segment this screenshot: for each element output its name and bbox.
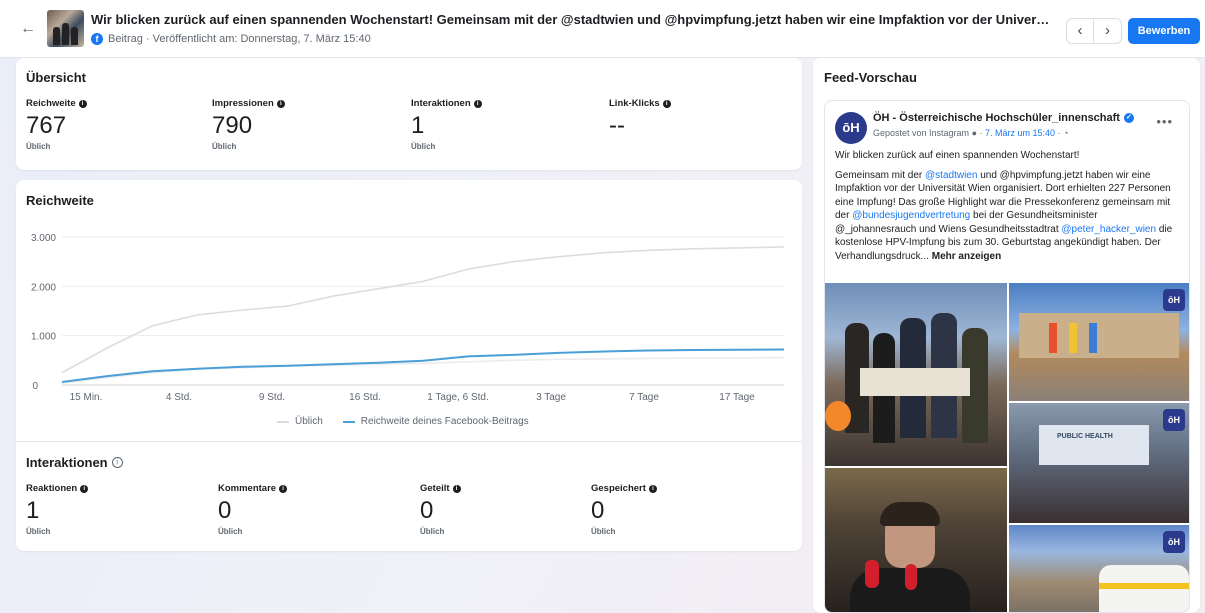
metric-value: -- — [609, 112, 625, 139]
metric-label: Kommentare — [218, 483, 277, 494]
legend-label: Reichweite deines Facebook-Beitrags — [360, 416, 529, 427]
post-photo[interactable]: ōH — [1009, 525, 1189, 612]
post-navigation: ‹ › — [1066, 18, 1122, 44]
reach-title: Reichweite — [26, 193, 94, 208]
info-outline-icon[interactable]: i — [111, 457, 123, 468]
legend-swatch — [277, 420, 289, 423]
info-icon[interactable]: i — [662, 99, 671, 108]
metric-value: 1 — [411, 112, 425, 139]
metric-saves: Gespeichert i 0 Üblich — [591, 483, 657, 536]
metric-label: Link-Klicks — [609, 98, 660, 109]
post-thumbnail — [47, 10, 84, 47]
metric-benchmark: Üblich — [26, 527, 51, 536]
metric-link-clicks: Link-Klicks i -- — [609, 98, 671, 142]
metric-impressions: Impressionen i 790 Üblich — [212, 98, 285, 151]
metric-label: Impressionen — [212, 98, 274, 109]
metric-benchmark: Üblich — [420, 527, 445, 536]
back-arrow-icon[interactable]: ← — [20, 21, 36, 37]
info-icon[interactable]: i — [473, 99, 482, 108]
divider — [16, 441, 802, 442]
metric-value: 0 — [420, 497, 434, 524]
legend-item-post-reach: Reichweite deines Facebook-Beitrags — [342, 416, 529, 427]
mention-link[interactable]: @bundesjugendvertretung — [852, 210, 970, 221]
post-title: Wir blicken zurück auf einen spannenden … — [91, 12, 1056, 27]
metric-label: Reaktionen — [26, 483, 78, 494]
metric-reach: Reichweite i 767 Üblich — [26, 98, 87, 151]
feed-preview-title: Feed-Vorschau — [824, 70, 917, 85]
info-icon[interactable]: i — [78, 99, 87, 108]
chart-legend: Üblich Reichweite deines Facebook-Beitra… — [277, 416, 529, 427]
post-photo[interactable] — [825, 283, 1007, 466]
metric-benchmark: Üblich — [411, 142, 436, 151]
more-options-icon[interactable]: ••• — [1156, 114, 1173, 129]
info-icon: ● — [971, 128, 978, 138]
info-icon[interactable]: i — [452, 484, 461, 493]
metric-label: Gespeichert — [591, 483, 646, 494]
metric-reactions: Reaktionen i 1 Üblich — [26, 483, 89, 536]
feed-post: ōH ÖH - Österreichische Hochschüler_inne… — [824, 100, 1190, 613]
metric-comments: Kommentare i 0 Üblich — [218, 483, 288, 536]
caption-paragraph: Wir blicken zurück auf einen spannenden … — [835, 150, 1080, 161]
globe-icon: ◔ — [1063, 128, 1069, 138]
brand-logo-badge: ōH — [1163, 289, 1185, 311]
metric-benchmark: Üblich — [212, 142, 237, 151]
facebook-icon: f — [91, 33, 103, 45]
metric-shares: Geteilt i 0 Üblich — [420, 483, 461, 536]
boost-button[interactable]: Bewerben — [1128, 18, 1200, 44]
metric-value: 1 — [26, 497, 40, 524]
brand-logo-badge: ōH — [1163, 531, 1185, 553]
metric-value: 767 — [26, 112, 67, 139]
info-icon[interactable]: i — [80, 484, 89, 493]
legend-item-typical: Üblich — [277, 416, 323, 427]
metric-label: Interaktionen — [411, 98, 471, 109]
metric-benchmark: Üblich — [26, 142, 51, 151]
overview-title: Übersicht — [26, 70, 86, 85]
mention-link[interactable]: @peter_hacker_wien — [1061, 224, 1156, 235]
photo-caption: PUBLIC HEALTH — [1057, 433, 1113, 440]
verified-badge-icon: ✓ — [1123, 113, 1134, 123]
info-icon[interactable]: i — [648, 484, 657, 493]
metric-benchmark: Üblich — [591, 527, 616, 536]
post-header: ← Wir blicken zurück auf einen spannende… — [0, 0, 1205, 58]
interactions-title: Interaktionen i — [26, 455, 123, 470]
post-meta-text: Beitrag · Veröffentlicht am: Donnerstag,… — [108, 33, 371, 45]
post-source: Gepostet von Instagram ● · 7. März um 15… — [873, 128, 1069, 138]
post-photo[interactable]: PUBLIC HEALTH ōH — [1009, 403, 1189, 523]
post-photo[interactable]: ōH — [1009, 283, 1189, 401]
metric-label: Geteilt — [420, 483, 450, 494]
metric-interactions: Interaktionen i 1 Üblich — [411, 98, 482, 151]
legend-swatch — [342, 420, 355, 423]
mention-link[interactable]: @stadtwien — [925, 170, 977, 181]
post-date-link[interactable]: 7. März um 15:40 — [985, 128, 1055, 138]
caption-paragraph: Gemeinsam mit der @stadtwien und @hpvimp… — [835, 169, 1173, 262]
post-meta: f Beitrag · Veröffentlicht am: Donnersta… — [91, 33, 371, 45]
overview-card: Übersicht Reichweite i 767 Üblich Impress… — [16, 58, 802, 170]
legend-label: Üblich — [295, 416, 323, 427]
metric-benchmark: Üblich — [218, 527, 243, 536]
page-avatar[interactable]: ōH — [835, 112, 867, 144]
post-photo[interactable] — [825, 468, 1007, 612]
page-name[interactable]: ÖH - Österreichische Hochschüler_innensc… — [873, 112, 1134, 124]
reach-card: Reichweite — [16, 180, 802, 551]
brand-logo-badge: ōH — [1163, 409, 1185, 431]
info-icon[interactable]: i — [279, 484, 288, 493]
metric-value: 0 — [591, 497, 605, 524]
see-more-link[interactable]: Mehr anzeigen — [932, 251, 1001, 262]
metric-label: Reichweite — [26, 98, 76, 109]
info-icon[interactable]: i — [276, 99, 285, 108]
post-caption: Wir blicken zurück auf einen spannenden … — [835, 149, 1180, 269]
metric-value: 790 — [212, 112, 253, 139]
chevron-left-icon[interactable]: ‹ — [1067, 19, 1095, 43]
metric-value: 0 — [218, 497, 232, 524]
chevron-right-icon[interactable]: › — [1094, 19, 1121, 43]
